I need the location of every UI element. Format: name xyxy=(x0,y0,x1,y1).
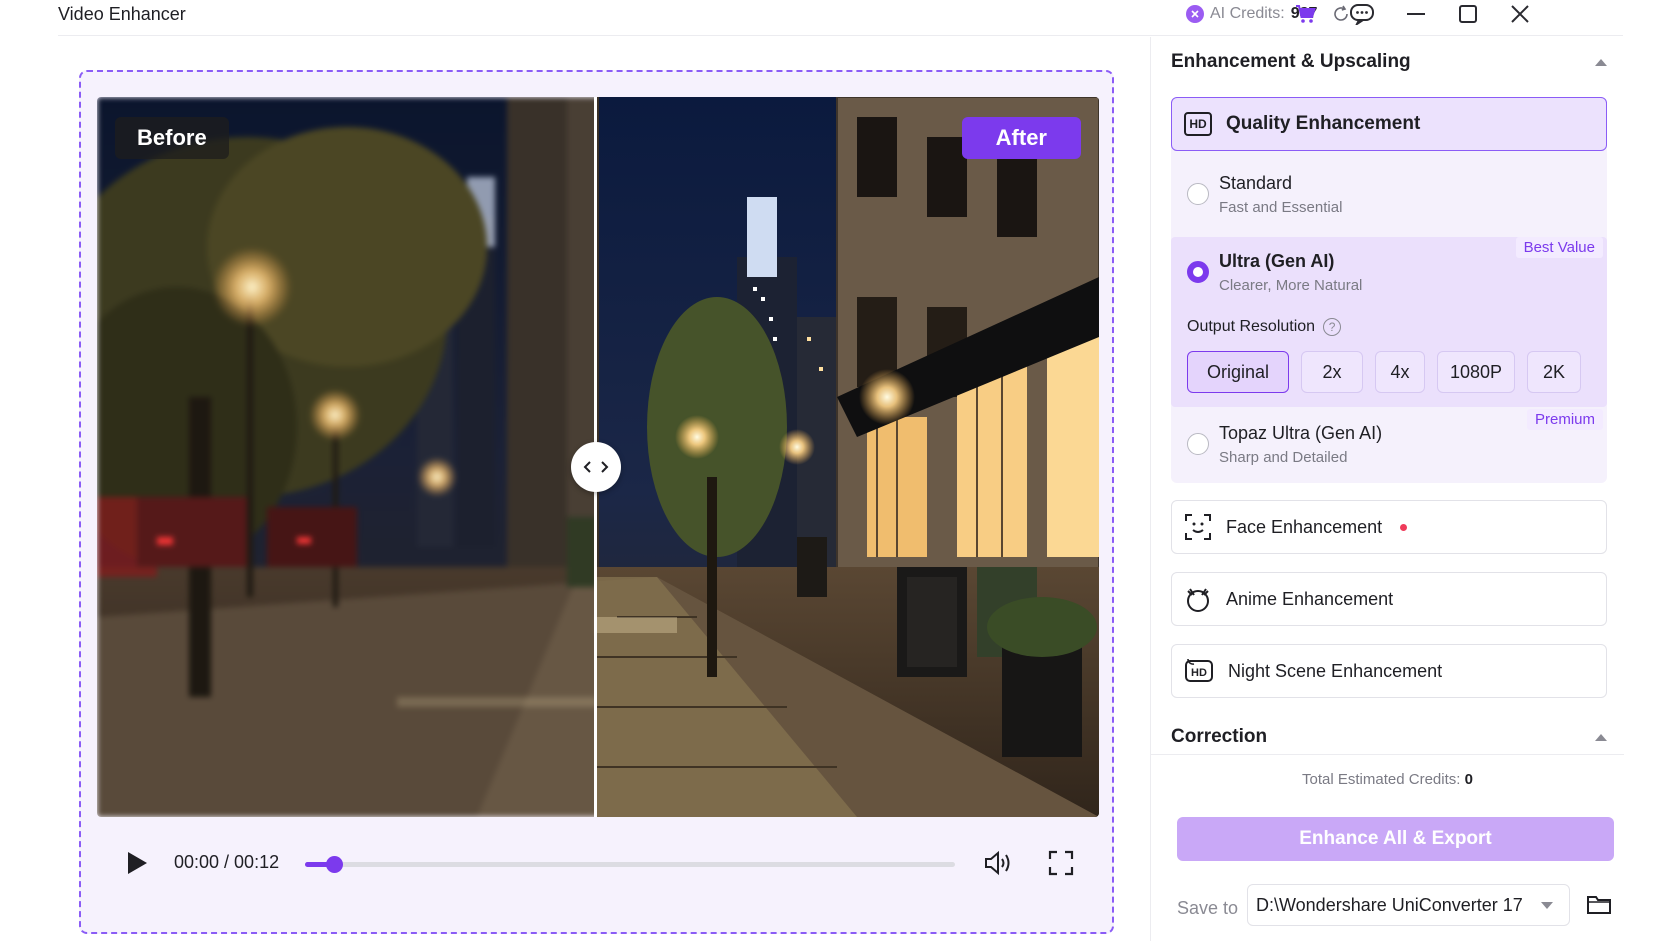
resolution-original[interactable]: Original xyxy=(1187,351,1289,393)
playback-time: 00:00 / 00:12 xyxy=(174,852,280,872)
after-view xyxy=(595,97,1099,817)
correction-section-title: Correction xyxy=(1171,726,1268,747)
quality-enhancement-header[interactable]: HD Quality Enhancement xyxy=(1171,97,1607,151)
resolution-1080p[interactable]: 1080P xyxy=(1437,351,1515,393)
option-title: Standard xyxy=(1219,173,1293,193)
maximize-icon[interactable] xyxy=(1452,0,1484,28)
output-resolution-label: Output Resolution ? xyxy=(1187,318,1342,336)
feedback-icon[interactable] xyxy=(1346,0,1378,28)
svg-text:HD: HD xyxy=(1191,667,1207,679)
before-after-compare[interactable]: Before After xyxy=(97,97,1099,817)
export-footer: Total Estimated Credits: 0 Enhance All &… xyxy=(1151,754,1624,941)
quality-enhancement-title: Quality Enhancement xyxy=(1226,113,1421,134)
after-label: After xyxy=(961,117,1081,159)
option-title: Ultra (Gen AI) xyxy=(1219,251,1335,271)
cart-icon[interactable] xyxy=(1290,0,1322,28)
save-path-value: D:\Wondershare UniConverter 17 xyxy=(1256,894,1523,915)
folder-icon[interactable] xyxy=(1583,889,1615,919)
correction-section-header[interactable]: Correction xyxy=(1171,722,1611,752)
premium-badge: Premium xyxy=(1526,409,1603,430)
face-scan-icon xyxy=(1185,514,1211,540)
option-title: Topaz Ultra (Gen AI) xyxy=(1219,423,1383,443)
video-enhancer-window: Video Enhancer AI Credits: 987 xyxy=(0,0,1672,941)
night-scene-enhancement-item[interactable]: HD Night Scene Enhancement xyxy=(1171,644,1607,698)
face-enhancement-label: Face Enhancement xyxy=(1226,516,1383,537)
credits-icon xyxy=(1186,5,1204,23)
estimated-credits-label: Total Estimated Credits: xyxy=(1302,771,1461,788)
minimize-icon[interactable] xyxy=(1400,0,1432,28)
night-scene-enhancement-label: Night Scene Enhancement xyxy=(1228,660,1443,681)
help-icon[interactable]: ? xyxy=(1323,318,1342,336)
enhancement-section-title: Enhancement & Upscaling xyxy=(1171,51,1411,72)
title-bar: Video Enhancer AI Credits: 987 xyxy=(58,0,1623,36)
option-topaz-ultra[interactable]: Premium Topaz Ultra (Gen AI) Sharp and D… xyxy=(1171,409,1607,479)
ai-credits: AI Credits: 987 xyxy=(1186,2,1351,26)
credits-label: AI Credits: xyxy=(1210,5,1285,22)
before-label: Before xyxy=(115,117,229,159)
fullscreen-icon[interactable] xyxy=(1045,848,1077,878)
hd-icon: HD xyxy=(1184,112,1212,136)
collapse-icon[interactable] xyxy=(1595,58,1607,66)
save-to-label: Save to xyxy=(1177,898,1239,918)
new-indicator-dot xyxy=(1400,523,1408,531)
radio-standard[interactable] xyxy=(1187,183,1209,205)
collapse-icon[interactable] xyxy=(1595,733,1607,741)
resolution-2k[interactable]: 2K xyxy=(1527,351,1581,393)
seek-thumb[interactable] xyxy=(326,856,344,873)
settings-panel: Enhancement & Upscaling HD Quality Enhan… xyxy=(1150,37,1624,941)
best-value-badge: Best Value xyxy=(1515,237,1603,258)
chevron-down-icon xyxy=(1541,902,1553,909)
estimated-credits: Total Estimated Credits: 0 xyxy=(1151,771,1624,788)
option-ultra[interactable]: Best Value Ultra (Gen AI) Clearer, More … xyxy=(1171,237,1607,301)
output-resolution-text: Output Resolution xyxy=(1187,318,1316,335)
resolution-options: Original 2x 4x 1080P 2K xyxy=(1187,351,1581,393)
street-scene-image xyxy=(97,97,595,817)
hd-night-icon: HD xyxy=(1185,658,1213,682)
resolution-4x[interactable]: 4x xyxy=(1375,351,1425,393)
anime-face-icon xyxy=(1187,588,1209,612)
close-icon[interactable] xyxy=(1504,0,1536,28)
estimated-credits-value: 0 xyxy=(1464,771,1473,788)
street-scene-enhanced-image xyxy=(595,97,1099,817)
anime-enhancement-item[interactable]: Anime Enhancement xyxy=(1171,572,1607,626)
video-player-controls: 00:00 / 00:12 xyxy=(97,835,1099,891)
seek-bar[interactable] xyxy=(305,856,955,873)
chevron-left-right-icon xyxy=(583,461,609,473)
anime-enhancement-label: Anime Enhancement xyxy=(1226,588,1394,609)
enhance-all-export-button[interactable]: Enhance All & Export xyxy=(1177,817,1614,861)
option-subtitle: Clearer, More Natural xyxy=(1219,277,1363,294)
enhancement-section-header[interactable]: Enhancement & Upscaling xyxy=(1171,47,1611,77)
save-path-select[interactable]: D:\Wondershare UniConverter 17 xyxy=(1247,884,1570,926)
compare-drag-handle[interactable] xyxy=(571,442,621,492)
option-subtitle: Fast and Essential xyxy=(1219,199,1343,216)
option-subtitle: Sharp and Detailed xyxy=(1219,449,1348,466)
app-title: Video Enhancer xyxy=(58,4,186,24)
before-view xyxy=(97,97,595,817)
radio-topaz-ultra[interactable] xyxy=(1187,433,1209,455)
volume-icon[interactable] xyxy=(982,848,1014,878)
face-enhancement-item[interactable]: Face Enhancement xyxy=(1171,500,1607,554)
option-standard[interactable]: Standard Fast and Essential xyxy=(1171,169,1607,229)
resolution-2x[interactable]: 2x xyxy=(1301,351,1363,393)
radio-ultra[interactable] xyxy=(1187,261,1209,283)
play-icon[interactable] xyxy=(123,849,151,877)
quality-enhancement-card: HD Quality Enhancement Standard Fast and… xyxy=(1171,97,1607,483)
